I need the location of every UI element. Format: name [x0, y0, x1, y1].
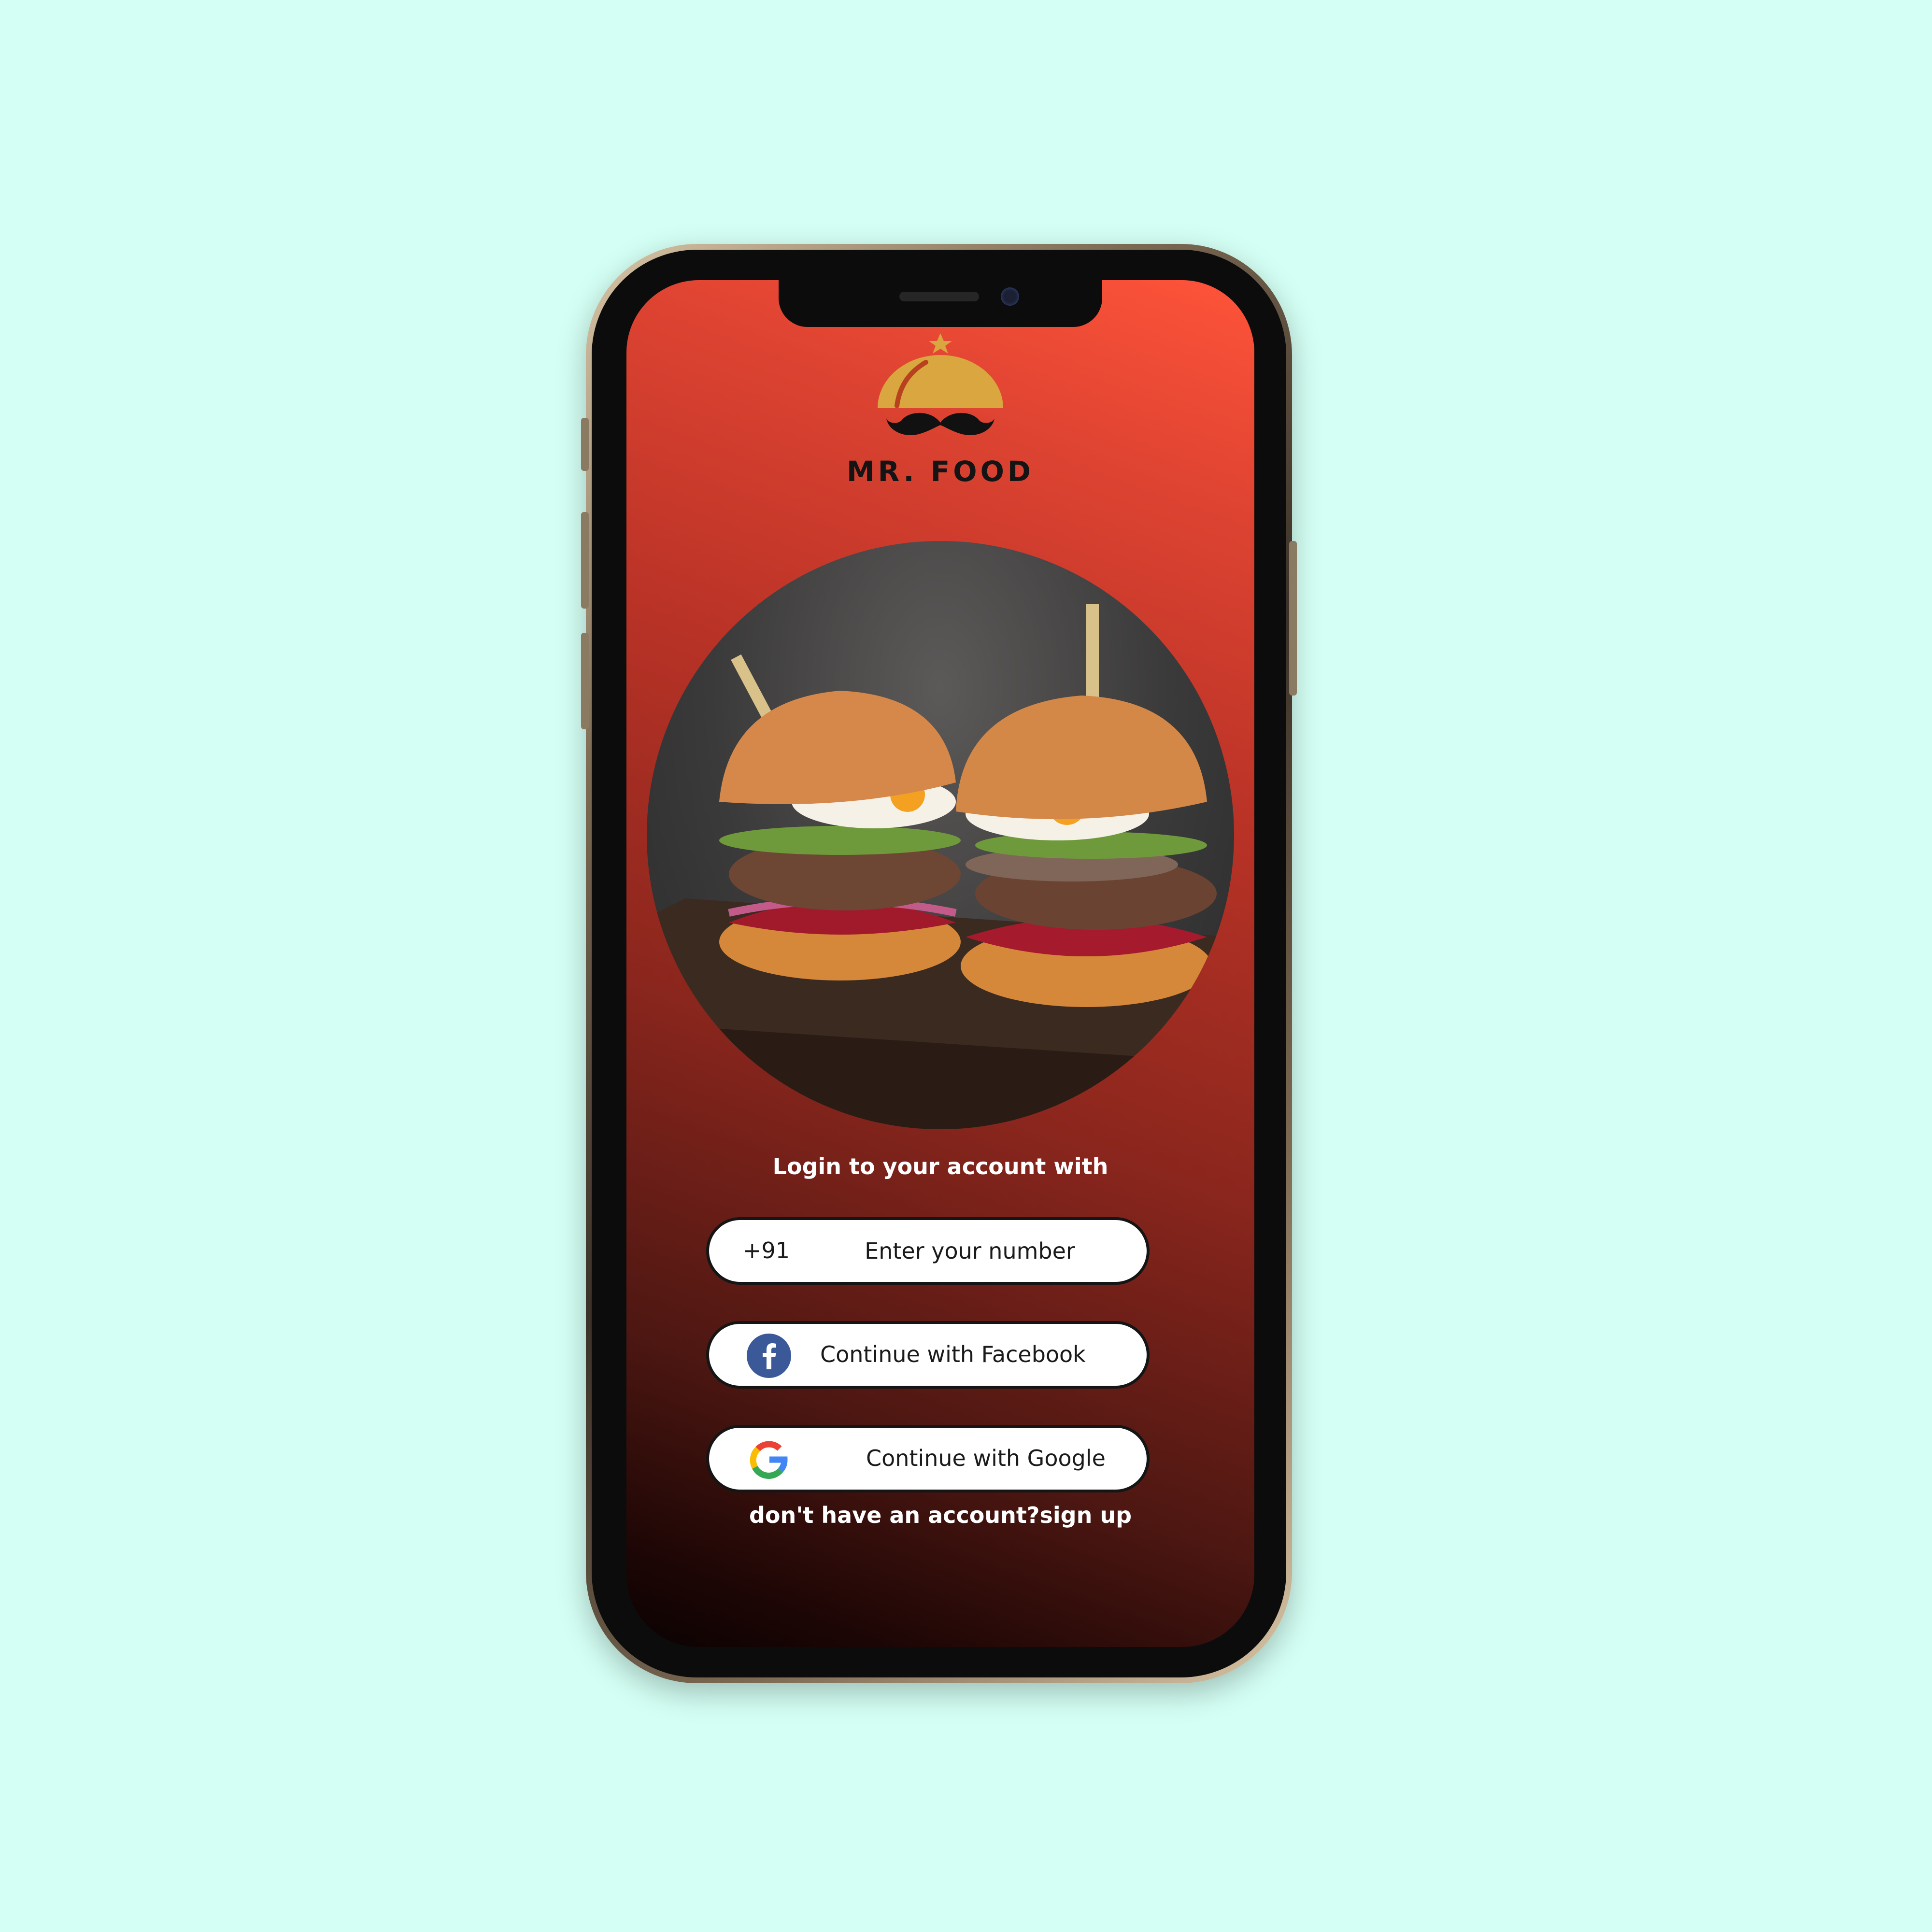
- brand-name: MR. FOOD: [846, 455, 1035, 488]
- skewer-right: [1086, 604, 1099, 700]
- volume-down-button: [581, 633, 589, 729]
- facebook-icon: [747, 1334, 791, 1378]
- top-bun-right: [956, 696, 1207, 819]
- phone-number-field[interactable]: +91: [706, 1217, 1150, 1285]
- continue-with-google-button[interactable]: Continue with Google: [706, 1425, 1150, 1492]
- earpiece-speaker: [899, 292, 979, 301]
- signup-link[interactable]: don't have an account?sign up: [626, 1502, 1254, 1528]
- front-camera: [1001, 287, 1019, 306]
- login-heading: Login to your account with: [772, 1153, 1108, 1179]
- burgers-illustration: [647, 604, 1234, 1129]
- brand-logo: MR. FOOD: [626, 328, 1254, 493]
- top-bun-left: [719, 691, 956, 804]
- country-code[interactable]: +91: [743, 1237, 790, 1264]
- volume-up-button: [581, 512, 589, 609]
- burger-left: [719, 691, 961, 980]
- burger-right: [956, 696, 1217, 1007]
- burgers-photo: [647, 541, 1234, 1129]
- notch: [779, 280, 1102, 327]
- greens-left: [719, 826, 961, 855]
- phone-number-input[interactable]: [815, 1231, 1124, 1271]
- continue-with-facebook-button[interactable]: Continue with Facebook: [706, 1321, 1150, 1389]
- power-button: [1289, 541, 1297, 696]
- google-icon: [750, 1441, 788, 1479]
- logo-mustache: [886, 412, 994, 436]
- app-screen: MR. FOOD Login to your account with +91 …: [626, 280, 1254, 1647]
- google-button-label: Continue with Google: [866, 1445, 1106, 1471]
- cloche-mustache-icon: [878, 333, 1003, 436]
- logo-star: [929, 333, 952, 354]
- mute-switch: [581, 418, 589, 471]
- facebook-button-label: Continue with Facebook: [820, 1341, 1086, 1367]
